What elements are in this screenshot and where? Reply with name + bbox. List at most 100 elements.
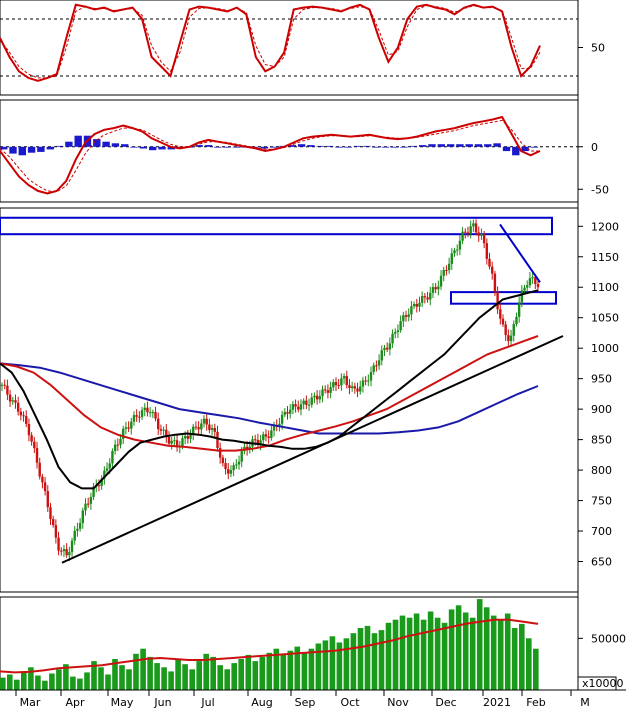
price-candle-body (84, 503, 87, 511)
price-candle-body (68, 552, 71, 556)
volume-bar (329, 636, 336, 690)
volume-bar (469, 617, 476, 690)
price-candle-body (402, 315, 405, 322)
x-tick-label: Aug (251, 696, 272, 709)
volume-bar (371, 633, 378, 690)
price-candle-body (97, 485, 101, 487)
macd-histogram-bar (391, 146, 399, 148)
price-candle-body (491, 266, 494, 274)
price-candle-body (509, 335, 513, 342)
volume-bar (238, 659, 244, 690)
macd-histogram-bar (363, 145, 371, 147)
price-candle-body (16, 402, 20, 412)
price-candle-body (410, 306, 413, 315)
price-tick-label: 1150 (591, 251, 619, 264)
volume-bar (21, 671, 27, 690)
price-candle-body (213, 428, 216, 432)
price-candle-body (227, 469, 230, 474)
price-candle-body (224, 463, 227, 470)
macd-histogram-bar (111, 143, 120, 147)
x-tick-label: Oct (340, 696, 360, 709)
price-candle-body (22, 415, 25, 417)
price-candle-body (200, 423, 203, 430)
price-candle-body (318, 396, 322, 400)
volume-bar (119, 665, 125, 690)
price-tick-label: 1200 (591, 220, 619, 233)
price-candle-body (477, 232, 480, 236)
volume-bar (357, 628, 364, 690)
price-candle-body (218, 447, 222, 458)
price-candle-body (113, 444, 117, 452)
price-candle-body (291, 404, 295, 410)
price-candle-body (488, 258, 491, 267)
price-candle-body (132, 415, 136, 422)
macd-histogram-bar (55, 145, 64, 147)
volume-bar (77, 678, 83, 690)
price-candle-body (450, 253, 454, 264)
volume-bar (259, 656, 266, 690)
macd-histogram-bar (446, 144, 455, 147)
price-candle-body (453, 250, 456, 254)
macd-histogram-bar (456, 144, 464, 147)
macd-histogram-bar (465, 144, 473, 147)
price-candle-body (517, 302, 521, 317)
price-candle-body (232, 465, 235, 471)
macd-histogram-bar (46, 146, 54, 150)
price-candle-body (404, 315, 408, 317)
price-candle-body (367, 380, 370, 382)
price-candle-body (138, 416, 141, 418)
volume-bar (533, 648, 539, 690)
price-candle-body (523, 287, 526, 291)
volume-bar (217, 665, 223, 690)
x-tick-label: Feb (526, 696, 545, 709)
macd-histogram-bar (158, 146, 166, 150)
price-candle-body (310, 397, 313, 405)
volume-tick-label: 50000 (591, 632, 626, 645)
price-candle-body (73, 530, 76, 541)
volume-bar (399, 615, 406, 690)
price-candle-body (474, 223, 478, 233)
price-candle-body (377, 360, 381, 366)
price-candle-body (297, 406, 300, 410)
macd-histogram-bar (297, 144, 306, 147)
volume-bar (476, 599, 483, 690)
price-panel (0, 207, 579, 593)
macd-histogram-bar (344, 146, 352, 148)
price-candle-body (186, 436, 190, 439)
price-candle-body (108, 463, 111, 469)
macd-tick-label: 0 (591, 141, 598, 154)
volume-bar (280, 654, 287, 690)
price-candle-body (3, 384, 6, 386)
price-candle-body (162, 429, 165, 431)
x-tick-label: M (580, 696, 590, 709)
price-candle-body (183, 436, 187, 439)
volume-bar (98, 667, 104, 690)
volume-bar (84, 672, 90, 690)
volume-bar (420, 619, 427, 690)
volume-bar (378, 630, 385, 690)
price-tick-label: 900 (591, 403, 612, 416)
price-candle-body (143, 407, 146, 411)
x-tick-label: Jun (153, 696, 171, 709)
price-candle-body (0, 384, 4, 386)
macd-histogram-bar (18, 146, 26, 156)
price-candle-body (135, 415, 138, 417)
price-candle-body (46, 491, 49, 508)
price-candle-body (27, 424, 31, 436)
price-candle-body (345, 376, 348, 386)
price-candle-body (356, 388, 359, 392)
macd-histogram-bar (130, 146, 138, 148)
price-candle-body (146, 407, 149, 413)
macd-histogram-bar (307, 145, 315, 147)
x-tick-label: Mar (20, 696, 41, 709)
volume-bar (406, 617, 413, 690)
price-candle-body (124, 427, 128, 429)
price-candle-body (70, 540, 74, 553)
price-candle-body (528, 278, 532, 286)
price-candle-body (51, 519, 55, 526)
price-candle-body (119, 438, 122, 445)
price-candle-body (307, 404, 311, 406)
price-candle-body (526, 285, 529, 288)
price-candle-body (116, 444, 120, 446)
price-candle-body (399, 321, 402, 331)
